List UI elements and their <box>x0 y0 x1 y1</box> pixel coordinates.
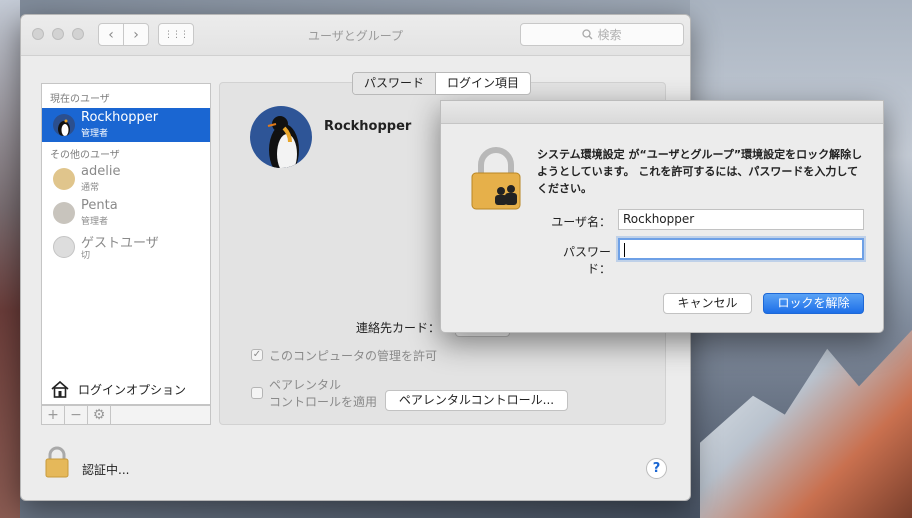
username-label: ユーザ名： <box>551 215 611 229</box>
house-icon <box>51 380 69 398</box>
user-picture[interactable] <box>250 106 312 168</box>
unlock-dialog: システム環境設定 が“ユーザとグループ”環境設定をロック解除しようとしています。… <box>440 100 884 333</box>
remove-user-button[interactable]: − <box>65 406 88 424</box>
tab-login-items[interactable]: ログイン項目 <box>436 73 530 94</box>
user-row-rockhopper[interactable]: Rockhopper 管理者 <box>42 108 210 142</box>
search-placeholder: 検索 <box>597 28 622 42</box>
window-titlebar: ‹ › ⋮⋮⋮ ユーザとグループ 検索 <box>21 15 690 56</box>
action-menu-button[interactable]: ⚙ <box>88 406 111 424</box>
text-cursor <box>624 242 625 257</box>
detail-tabs: パスワード ログイン項目 <box>352 72 532 95</box>
lock-users-icon <box>471 147 521 210</box>
users-sidebar: 現在のユーザ Rockhopper 管理者 その他のユーザ adelie 通常 … <box>41 83 211 383</box>
gear-icon: ⚙ <box>92 407 106 423</box>
contact-card-label: 連絡先カード： <box>356 321 441 335</box>
avatar <box>53 168 75 190</box>
user-row-adelie[interactable]: adelie 通常 <box>42 162 210 196</box>
login-options-label: ログインオプション <box>78 383 187 397</box>
user-row-guest[interactable]: ゲストユーザ 切 <box>42 230 210 264</box>
desktop-wallpaper-left <box>0 0 20 518</box>
minus-icon: − <box>70 407 82 423</box>
user-role: 通常 <box>81 183 100 193</box>
username-field[interactable]: Rockhopper <box>618 209 864 230</box>
user-role: 切 <box>81 251 91 261</box>
penguin-photo <box>250 106 312 168</box>
search-field[interactable]: 検索 <box>520 23 684 46</box>
user-name: adelie <box>81 164 121 179</box>
unlock-button[interactable]: ロックを解除 <box>763 293 864 314</box>
parental-controls-label-line1: ペアレンタル <box>269 378 342 392</box>
auth-status-text: 認証中... <box>82 463 130 477</box>
sidebar-toolbar: + − ⚙ <box>41 405 211 425</box>
avatar <box>53 202 75 224</box>
password-field[interactable] <box>618 238 864 260</box>
dialog-message: システム環境設定 が“ユーザとグループ”環境設定をロック解除しようとしています。… <box>537 148 863 195</box>
search-icon <box>582 29 593 40</box>
add-user-button[interactable]: + <box>42 406 65 424</box>
user-name: Rockhopper <box>81 110 159 125</box>
guest-avatar-icon <box>53 236 75 258</box>
lock-icon[interactable] <box>41 445 73 479</box>
user-row-penta[interactable]: Penta 管理者 <box>42 196 210 230</box>
user-name: Penta <box>81 198 118 213</box>
avatar <box>53 114 75 136</box>
cancel-button[interactable]: キャンセル <box>663 293 752 314</box>
plus-icon: + <box>47 407 59 423</box>
parental-controls-button[interactable]: ペアレンタルコントロール... <box>385 390 568 411</box>
help-button[interactable]: ? <box>646 458 667 479</box>
password-label: パスワード： <box>562 245 611 276</box>
user-role: 管理者 <box>81 217 109 227</box>
allow-admin-checkbox[interactable]: ✓ <box>251 349 263 361</box>
user-name: ゲストユーザ <box>81 236 159 251</box>
penguin-icon <box>58 119 70 136</box>
current-users-header: 現在のユーザ <box>50 94 110 105</box>
dialog-titlebar <box>441 101 883 124</box>
other-users-header: その他のユーザ <box>50 150 120 161</box>
allow-admin-label: このコンピュータの管理を許可 <box>269 349 438 363</box>
user-role: 管理者 <box>81 129 109 139</box>
user-full-name: Rockhopper <box>324 119 412 134</box>
parental-controls-checkbox[interactable] <box>251 387 263 399</box>
parental-controls-label-line2: コントロールを適用 <box>269 395 378 409</box>
login-options-item[interactable]: ログインオプション <box>41 373 211 405</box>
tab-password[interactable]: パスワード <box>353 73 437 94</box>
